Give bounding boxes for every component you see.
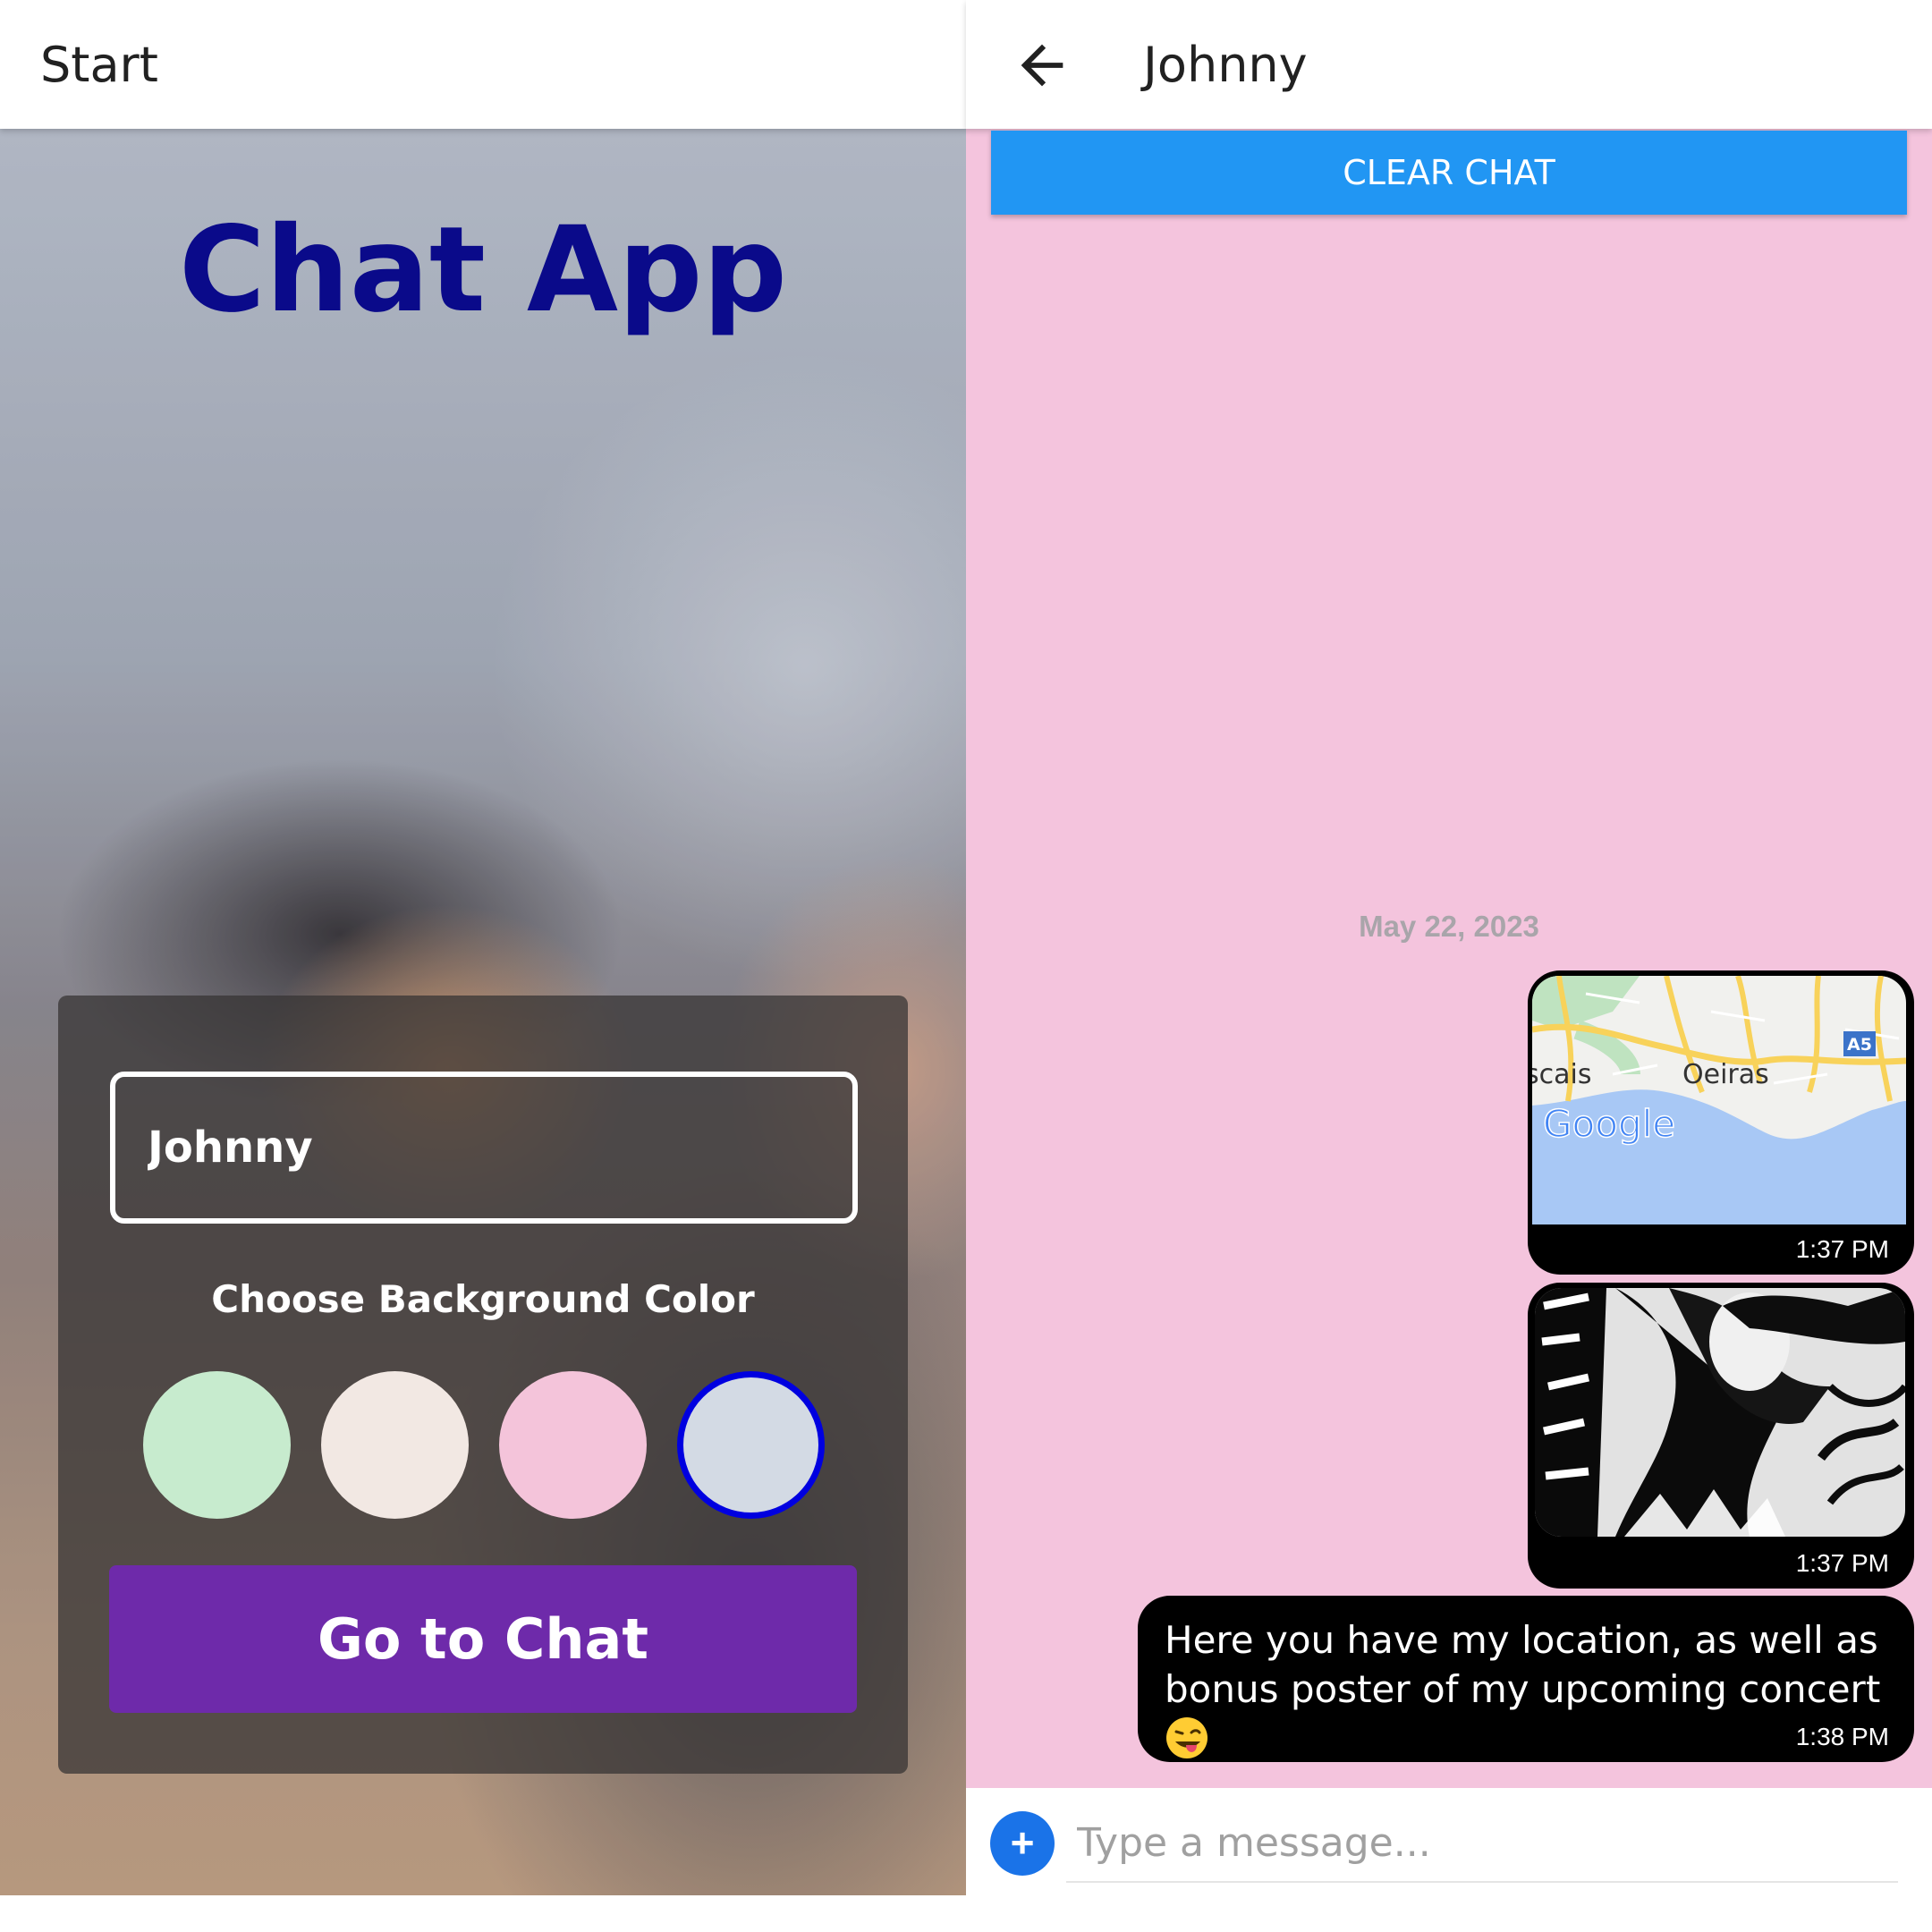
color-swatch-light-blue[interactable] (677, 1371, 825, 1519)
message-time: 1:38 PM (1795, 1723, 1889, 1750)
chat-screen: Johnny CLEAR CHAT May 22, 2023 A5 scais … (966, 0, 1932, 1932)
color-swatch-green[interactable] (143, 1371, 291, 1519)
message-composer: + (966, 1788, 1932, 1900)
message-bubble-location[interactable]: A5 scais Oeiras Google 1:37 PM (1528, 970, 1914, 1275)
message-time: 1:37 PM (1795, 1549, 1889, 1577)
map-town-label-1: scais (1532, 1059, 1591, 1090)
plus-icon[interactable]: + (990, 1811, 1055, 1876)
name-input[interactable] (110, 1072, 858, 1224)
chat-appbar: Johnny (966, 0, 1932, 129)
go-to-chat-button[interactable]: Go to Chat (109, 1565, 857, 1713)
message-bubble-image[interactable]: 1:37 PM (1528, 1283, 1914, 1589)
winking-face-with-tongue-icon (1166, 1717, 1208, 1758)
chat-appbar-title: Johnny (1143, 36, 1308, 93)
map-road-label: A5 (1847, 1035, 1872, 1055)
arrow-left-icon[interactable] (1011, 34, 1073, 97)
app-title: Chat App (178, 201, 788, 339)
map-town-label-2: Oeiras (1682, 1059, 1769, 1090)
message-time: 1:37 PM (1795, 1235, 1889, 1263)
message-text: Here you have my location, as well as bo… (1165, 1618, 1881, 1711)
start-form-card: Choose Background Color Go to Chat (58, 996, 908, 1774)
start-appbar: Start (0, 0, 966, 129)
message-bubble-text[interactable]: Here you have my location, as well as bo… (1138, 1596, 1914, 1762)
map-thumbnail[interactable]: A5 scais Oeiras Google (1532, 976, 1906, 1224)
date-separator: May 22, 2023 (1359, 910, 1539, 943)
message-input[interactable] (1066, 1804, 1898, 1883)
clear-chat-button[interactable]: CLEAR CHAT (991, 131, 1907, 215)
color-swatch-beige[interactable] (321, 1371, 469, 1519)
start-appbar-title: Start (40, 36, 158, 93)
choose-color-label: Choose Background Color (211, 1277, 755, 1321)
poster-image[interactable] (1535, 1288, 1905, 1537)
start-screen: Start Chat App Choose Background Color G… (0, 0, 966, 1932)
color-swatch-pink[interactable] (499, 1371, 647, 1519)
color-swatches (143, 1371, 825, 1519)
map-logo: Google (1543, 1102, 1675, 1146)
